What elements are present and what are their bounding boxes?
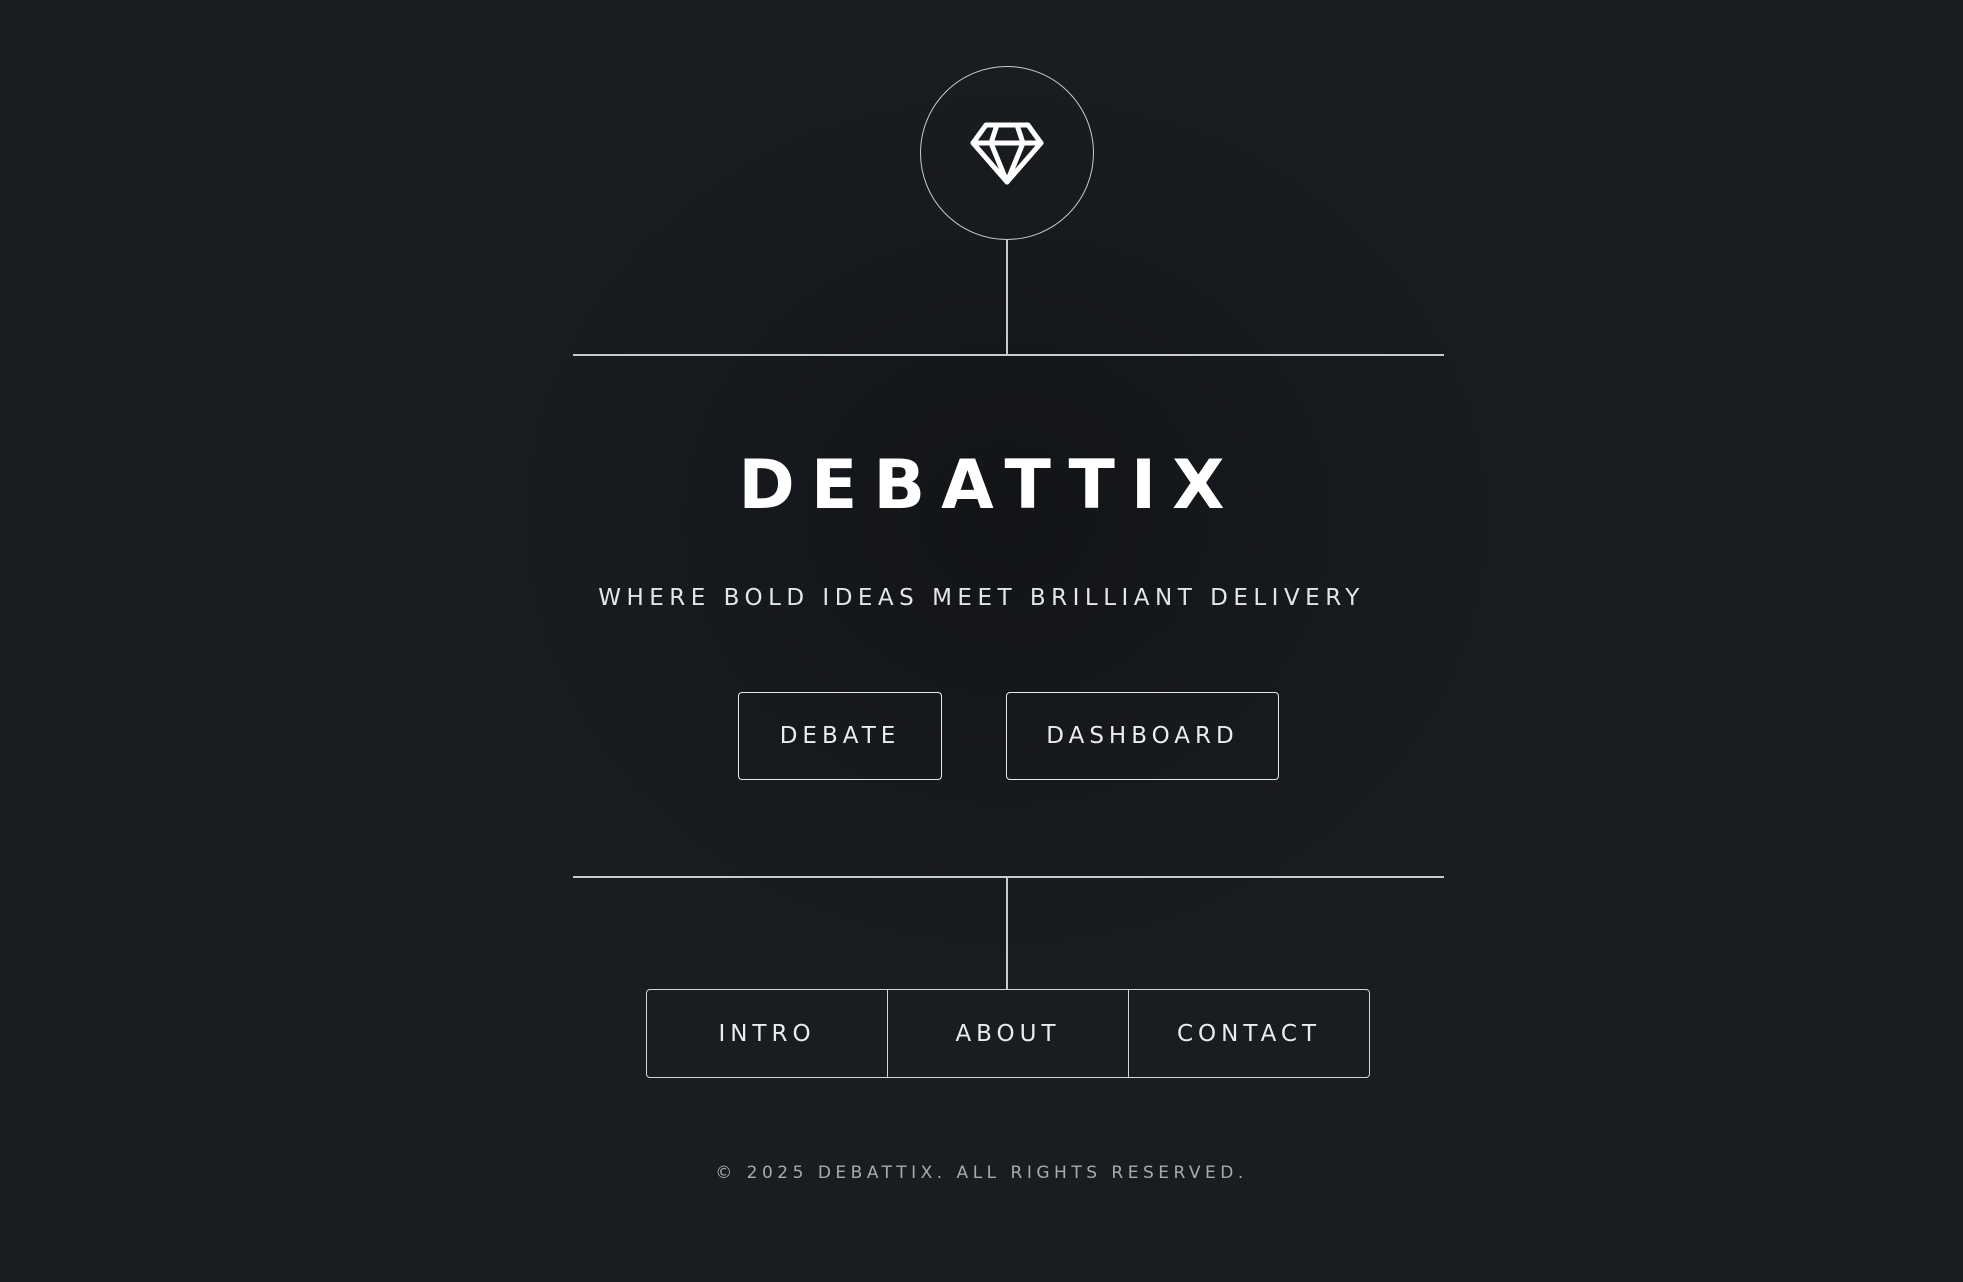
landing-page: DEBATTIX WHERE BOLD IDEAS MEET BRILLIANT… (0, 0, 1963, 1282)
logo-badge (920, 66, 1094, 240)
copyright-text: © 2025 DEBATTIX. ALL RIGHTS RESERVED. (715, 1163, 1248, 1183)
connector-line-top (1006, 240, 1008, 354)
nav-item-contact[interactable]: CONTACT (1128, 990, 1369, 1077)
nav-item-about[interactable]: ABOUT (887, 990, 1128, 1077)
page-title: DEBATTIX (738, 446, 1241, 525)
footer-nav: INTRO ABOUT CONTACT (646, 989, 1370, 1078)
nav-item-intro[interactable]: INTRO (647, 990, 887, 1077)
dashboard-button[interactable]: DASHBOARD (1006, 692, 1279, 780)
divider-bottom (573, 876, 1444, 878)
tagline: WHERE BOLD IDEAS MEET BRILLIANT DELIVERY (598, 585, 1365, 611)
divider-top (573, 354, 1444, 356)
debate-button[interactable]: DEBATE (738, 692, 942, 780)
diamond-icon (970, 122, 1044, 185)
connector-line-bottom (1006, 876, 1008, 990)
